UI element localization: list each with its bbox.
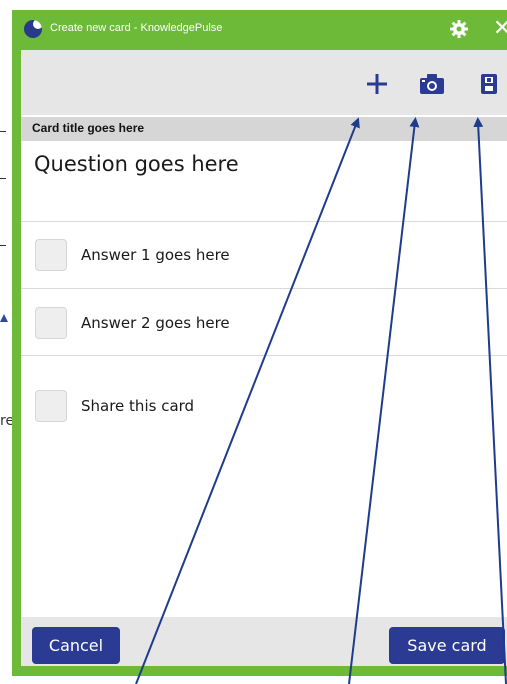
cancel-button[interactable]: Cancel <box>32 627 120 664</box>
footer-bar: Cancel Save card <box>21 617 507 666</box>
save-card-button[interactable]: Save card <box>389 627 505 664</box>
card-title-bar: Card title goes here <box>21 117 507 141</box>
card-editor-panel: Card title goes here Question goes here … <box>21 50 507 666</box>
window-title: Create new card - KnowledgePulse <box>50 22 223 34</box>
divider <box>21 288 507 289</box>
close-icon[interactable]: ✕ <box>493 18 507 40</box>
camera-button[interactable] <box>418 70 446 98</box>
divider <box>21 221 507 222</box>
answer-2-checkbox[interactable] <box>35 307 67 339</box>
divider <box>21 355 507 356</box>
background-caret-icon <box>0 314 8 322</box>
answer-1-checkbox[interactable] <box>35 239 67 271</box>
app-logo-icon <box>24 20 42 38</box>
app-window: Create new card - KnowledgePulse ✕ Card … <box>12 10 507 676</box>
answer-option-1[interactable]: Answer 1 goes here <box>35 238 230 272</box>
background-tick-mark <box>0 178 6 179</box>
save-card-toolbar-button[interactable] <box>475 70 503 98</box>
title-bar: Create new card - KnowledgePulse ✕ <box>12 10 507 50</box>
share-label[interactable]: Share this card <box>81 397 194 415</box>
answer-1-label[interactable]: Answer 1 goes here <box>81 246 230 264</box>
answer-2-label[interactable]: Answer 2 goes here <box>81 314 230 332</box>
camera-icon <box>420 74 444 94</box>
card-toolbar <box>21 50 507 115</box>
answer-option-2[interactable]: Answer 2 goes here <box>35 306 230 340</box>
background-tick-mark <box>0 131 6 132</box>
question-text[interactable]: Question goes here <box>34 152 239 176</box>
plus-icon <box>367 74 387 94</box>
card-title[interactable]: Card title goes here <box>32 121 144 135</box>
floppy-disk-icon <box>481 74 497 94</box>
background-tick-mark <box>0 245 6 246</box>
add-button[interactable] <box>363 70 391 98</box>
gear-icon[interactable] <box>449 19 469 39</box>
share-option[interactable]: Share this card <box>35 389 194 423</box>
share-checkbox[interactable] <box>35 390 67 422</box>
